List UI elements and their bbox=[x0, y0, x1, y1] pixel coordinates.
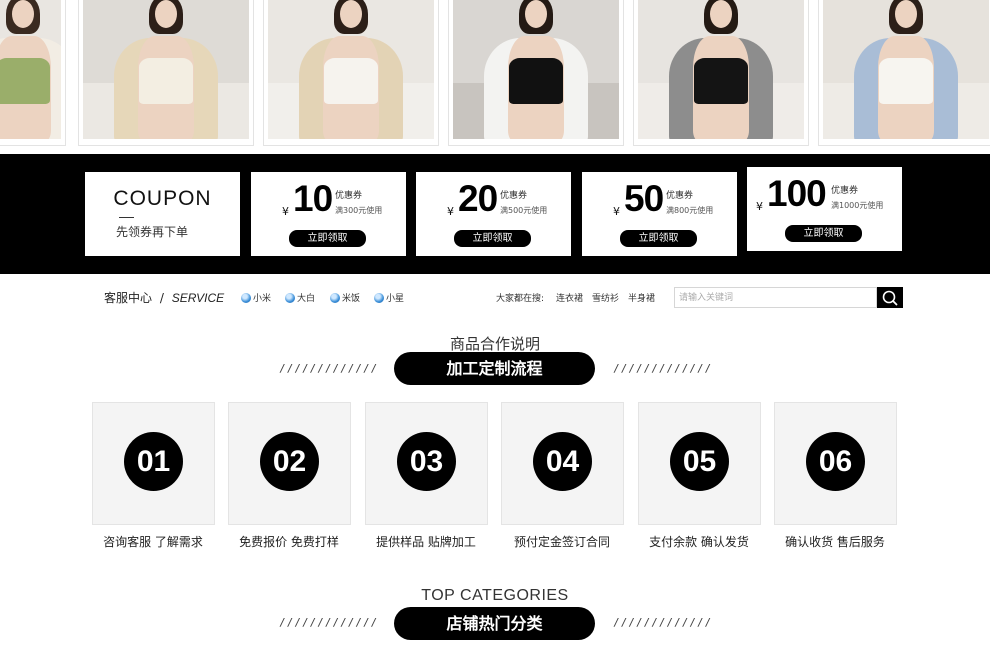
hot-keyword-chiffon[interactable]: 雪纺衫 bbox=[592, 291, 619, 304]
decorative-slashes-right: ///////////// bbox=[613, 616, 713, 629]
search-input[interactable] bbox=[674, 287, 877, 308]
step-number: 04 bbox=[533, 432, 592, 491]
process-section-subtitle: 商品合作说明 bbox=[449, 335, 540, 353]
claim-coupon-button[interactable]: 立即领取 bbox=[454, 230, 531, 247]
coupon-title: COUPON bbox=[113, 187, 212, 210]
step-caption: 免费报价 免费打样 bbox=[239, 535, 339, 549]
decorative-slashes-left: ///////////// bbox=[279, 616, 379, 629]
coupon-currency: ¥ bbox=[282, 205, 289, 218]
step-number: 06 bbox=[806, 432, 865, 491]
coupon-card-20[interactable]: ¥ 20 优惠券 满500元使用 立即领取 bbox=[416, 172, 571, 256]
claim-coupon-button[interactable]: 立即领取 bbox=[620, 230, 697, 247]
process-step-2: 02 bbox=[228, 402, 351, 525]
model-top bbox=[879, 58, 933, 104]
model-face bbox=[155, 0, 177, 28]
coupon-condition: 满1000元使用 bbox=[831, 201, 884, 210]
service-agent-dabai[interactable]: 大白 bbox=[285, 291, 315, 304]
step-number: 03 bbox=[397, 432, 456, 491]
hot-keyword-dress[interactable]: 连衣裙 bbox=[556, 291, 583, 304]
process-step-4: 04 bbox=[501, 402, 624, 525]
process-step-1: 01 bbox=[92, 402, 215, 525]
coupon-band: COUPON 先领券再下单 ¥ 10 优惠券 满300元使用 立即领取 ¥ 20… bbox=[0, 154, 990, 274]
chat-bubble-icon bbox=[241, 292, 251, 303]
service-center-label: 客服中心 / SERVICE bbox=[104, 289, 224, 306]
coupon-label: 优惠券 bbox=[500, 191, 528, 201]
search-button[interactable] bbox=[877, 287, 903, 308]
agent-name: 小米 bbox=[253, 294, 272, 304]
coupon-label: 优惠券 bbox=[666, 191, 694, 201]
model-top bbox=[139, 58, 193, 104]
coupon-card-50[interactable]: ¥ 50 优惠券 满800元使用 立即领取 bbox=[582, 172, 737, 256]
coupon-card-100[interactable]: ¥ 100 优惠券 满1000元使用 立即领取 bbox=[747, 167, 902, 251]
coupon-label: 优惠券 bbox=[335, 191, 363, 201]
product-photo-strip bbox=[0, 0, 990, 146]
service-agent-xiaomi[interactable]: 小米 bbox=[241, 291, 271, 304]
coupon-currency: ¥ bbox=[756, 200, 763, 213]
claim-coupon-button[interactable]: 立即领取 bbox=[289, 230, 366, 247]
coupon-currency: ¥ bbox=[613, 205, 620, 218]
step-number: 01 bbox=[124, 432, 183, 491]
service-separator: / bbox=[159, 291, 164, 305]
service-agent-mifan[interactable]: 米饭 bbox=[330, 291, 360, 304]
model-face bbox=[340, 0, 362, 28]
coupon-amount: 100 bbox=[767, 173, 827, 214]
claim-coupon-button[interactable]: 立即领取 bbox=[785, 225, 862, 242]
product-photo-6[interactable] bbox=[818, 0, 990, 146]
coupon-amount: 20 bbox=[458, 178, 498, 219]
hot-keyword-skirt[interactable]: 半身裙 bbox=[628, 291, 655, 304]
agent-name: 小星 bbox=[386, 294, 405, 304]
model-face bbox=[895, 0, 917, 28]
coupon-condition: 满800元使用 bbox=[666, 206, 714, 215]
search-icon bbox=[882, 290, 898, 306]
chat-bubble-icon bbox=[374, 292, 384, 303]
model-top bbox=[0, 58, 50, 104]
coupon-intro-card: COUPON 先领券再下单 bbox=[85, 172, 240, 256]
agent-name: 米饭 bbox=[342, 294, 361, 304]
coupon-card-10[interactable]: ¥ 10 优惠券 满300元使用 立即领取 bbox=[251, 172, 406, 256]
chat-bubble-icon bbox=[285, 292, 295, 303]
coupon-amount: 50 bbox=[624, 178, 664, 219]
chat-bubble-icon bbox=[330, 292, 340, 303]
decorative-slashes-left: ///////////// bbox=[279, 362, 379, 375]
step-caption: 提供样品 贴牌加工 bbox=[376, 535, 476, 549]
product-photo-2[interactable] bbox=[78, 0, 254, 146]
agent-name: 大白 bbox=[297, 294, 316, 304]
coupon-label: 优惠券 bbox=[831, 186, 859, 196]
model-top bbox=[324, 58, 378, 104]
step-number: 02 bbox=[260, 432, 319, 491]
process-step-3: 03 bbox=[365, 402, 488, 525]
step-number: 05 bbox=[670, 432, 729, 491]
step-caption: 确认收货 售后服务 bbox=[785, 535, 885, 549]
coupon-subtitle: 先领券再下单 bbox=[116, 225, 189, 239]
coupon-amount: 10 bbox=[293, 178, 333, 219]
product-photo-1[interactable] bbox=[0, 0, 66, 146]
categories-section-subtitle: TOP CATEGORIES bbox=[421, 587, 569, 604]
service-label-cn: 客服中心 bbox=[104, 291, 153, 305]
model-face bbox=[525, 0, 547, 28]
step-caption: 支付余款 确认发货 bbox=[649, 535, 749, 549]
hot-search-label: 大家都在搜: bbox=[496, 294, 545, 304]
coupon-condition: 满300元使用 bbox=[335, 206, 383, 215]
step-caption: 咨询客服 了解需求 bbox=[103, 535, 203, 549]
categories-section-title: 店铺热门分类 bbox=[394, 607, 595, 640]
process-section-title: 加工定制流程 bbox=[394, 352, 595, 385]
service-agent-xiaoxing[interactable]: 小星 bbox=[374, 291, 404, 304]
model-face bbox=[710, 0, 732, 28]
decorative-slashes-right: ///////////// bbox=[613, 362, 713, 375]
process-step-6: 06 bbox=[774, 402, 897, 525]
product-photo-3[interactable] bbox=[263, 0, 439, 146]
coupon-condition: 满500元使用 bbox=[500, 206, 548, 215]
service-label-en: SERVICE bbox=[171, 291, 225, 305]
coupon-divider bbox=[119, 217, 134, 218]
product-photo-4[interactable] bbox=[448, 0, 624, 146]
product-photo-5[interactable] bbox=[633, 0, 809, 146]
process-step-5: 05 bbox=[638, 402, 761, 525]
model-top bbox=[509, 58, 563, 104]
step-caption: 预付定金签订合同 bbox=[513, 535, 610, 549]
coupon-currency: ¥ bbox=[447, 205, 454, 218]
model-top bbox=[694, 58, 748, 104]
model-face bbox=[12, 0, 34, 28]
